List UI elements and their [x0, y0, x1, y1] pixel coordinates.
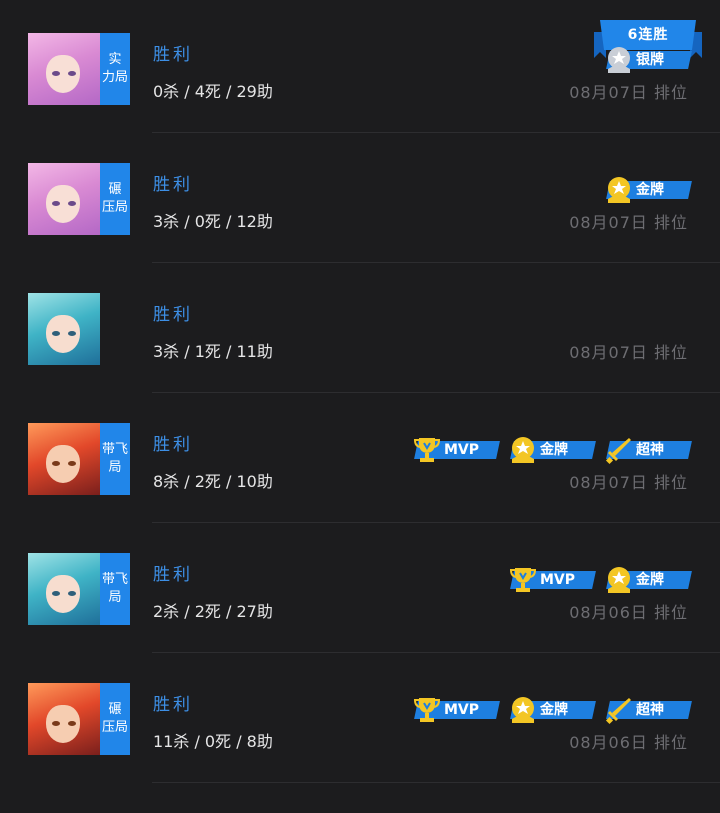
match-result: 胜利 [153, 435, 193, 455]
match-kda: 3杀 / 0死 / 12助 [153, 212, 273, 231]
badge-label: 金牌 [540, 702, 568, 718]
gold-badge: 金牌 [508, 695, 596, 723]
badge-label: 金牌 [636, 572, 664, 588]
badge-label: 超神 [636, 442, 664, 458]
gold-badge: 金牌 [604, 175, 692, 203]
badge-group: MVP 金牌 超神 [412, 695, 692, 725]
match-row[interactable]: 碾 压局 胜利 3杀 / 0死 / 12助 08月07日 排位 金牌 [0, 133, 720, 263]
row-divider [152, 782, 720, 783]
legendary-icon [604, 435, 634, 465]
match-date-mode: 08月07日 排位 [569, 343, 688, 362]
mvp-badge: MVP [508, 565, 596, 592]
match-row[interactable]: 带飞 局 胜利 8杀 / 2死 / 10助 08月07日 排位 MVP 金牌 超神 [0, 393, 720, 523]
match-result: 胜利 [153, 175, 193, 195]
hero-avatar [28, 553, 100, 625]
mvp-icon [412, 435, 442, 465]
legendary-badge: 超神 [604, 435, 692, 465]
legendary-badge: 超神 [604, 695, 692, 725]
match-date-mode: 08月06日 排位 [569, 733, 688, 752]
match-row[interactable]: 碾 压局 胜利 11杀 / 0死 / 8助 08月06日 排位 MVP 金牌 超神 [0, 653, 720, 783]
gold-icon [508, 695, 538, 725]
mvp-badge: MVP [412, 435, 500, 462]
badge-label: MVP [540, 572, 576, 588]
badge-group: MVP 金牌 [508, 565, 692, 593]
gold-icon [604, 565, 634, 595]
mvp-icon [412, 695, 442, 725]
match-kda: 0杀 / 4死 / 29助 [153, 82, 273, 101]
badge-label: 金牌 [540, 442, 568, 458]
match-kda: 2杀 / 2死 / 27助 [153, 602, 273, 621]
hero-avatar [28, 33, 100, 105]
match-result: 胜利 [153, 305, 193, 325]
badge-group: MVP 金牌 超神 [412, 435, 692, 465]
match-kda: 3杀 / 1死 / 11助 [153, 342, 273, 361]
badge-label: 超神 [636, 702, 664, 718]
match-date-mode: 08月07日 排位 [569, 83, 688, 102]
match-date-mode: 08月07日 排位 [569, 473, 688, 492]
badge-label: MVP [444, 442, 480, 458]
hero-avatar [28, 423, 100, 495]
mvp-badge: MVP [412, 695, 500, 722]
match-mode-tag: 带飞 局 [100, 423, 130, 495]
gold-badge: 金牌 [604, 565, 692, 593]
hero-avatar [28, 683, 100, 755]
silver-icon [604, 45, 634, 75]
match-date-mode: 08月06日 排位 [569, 603, 688, 622]
match-result: 胜利 [153, 565, 193, 585]
match-row[interactable]: 胜利 3杀 / 1死 / 11助 08月07日 排位 [0, 263, 720, 393]
gold-icon [508, 435, 538, 465]
legendary-icon [604, 695, 634, 725]
badge-label: 银牌 [636, 52, 664, 68]
badge-label: 金牌 [636, 182, 664, 198]
hero-avatar [28, 293, 100, 365]
gold-badge: 金牌 [508, 435, 596, 463]
match-mode-tag: 碾 压局 [100, 683, 130, 755]
badge-group: 金牌 [604, 175, 692, 203]
badge-group: 银牌 [604, 45, 692, 73]
match-row[interactable]: 实 力局 胜利 0杀 / 4死 / 29助 08月07日 排位 银牌 [0, 3, 720, 133]
match-result: 胜利 [153, 695, 193, 715]
silver-badge: 银牌 [604, 45, 692, 73]
match-kda: 11杀 / 0死 / 8助 [153, 732, 273, 751]
match-kda: 8杀 / 2死 / 10助 [153, 472, 273, 491]
match-mode-tag: 带飞 局 [100, 553, 130, 625]
match-date-mode: 08月07日 排位 [569, 213, 688, 232]
match-row[interactable]: 带飞 局 胜利 2杀 / 2死 / 27助 08月06日 排位 MVP 金牌 [0, 523, 720, 653]
badge-label: MVP [444, 702, 480, 718]
match-mode-tag: 碾 压局 [100, 163, 130, 235]
match-mode-tag: 实 力局 [100, 33, 130, 105]
match-result: 胜利 [153, 45, 193, 65]
mvp-icon [508, 565, 538, 595]
gold-icon [604, 175, 634, 205]
hero-avatar [28, 163, 100, 235]
